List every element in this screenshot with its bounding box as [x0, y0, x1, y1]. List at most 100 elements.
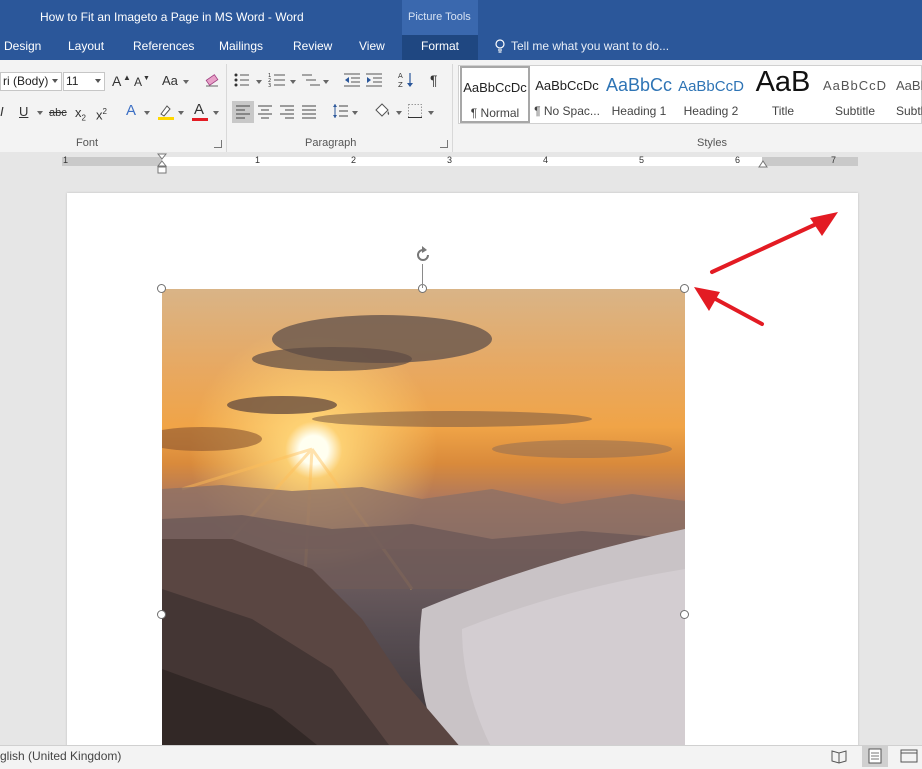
- increase-indent-icon[interactable]: [366, 73, 382, 87]
- style-sample: AaBbCcD: [822, 78, 888, 93]
- change-case-button[interactable]: Aa: [162, 73, 178, 89]
- align-left-icon[interactable]: [236, 105, 250, 119]
- rotate-handle-stem: [422, 264, 423, 288]
- annotation-arrows: [694, 212, 838, 326]
- resize-handle-top-right[interactable]: [680, 284, 689, 293]
- style-heading-1[interactable]: AaBbCc Heading 1: [604, 66, 674, 123]
- web-icon[interactable]: [898, 747, 920, 765]
- ruler-number: 1: [63, 155, 69, 165]
- font-color-dropdown-icon: [213, 111, 219, 115]
- ruler-number: 3: [447, 155, 453, 165]
- font-name-combo[interactable]: ri (Body): [0, 72, 62, 91]
- selected-picture[interactable]: [162, 289, 685, 749]
- annotation-arrowhead-icon: [810, 212, 838, 236]
- text-effects-button[interactable]: A: [126, 103, 136, 119]
- strikethrough-button[interactable]: abc: [49, 105, 67, 121]
- style-name: Heading 1: [611, 104, 667, 118]
- tell-me-search[interactable]: Tell me what you want to do...: [511, 39, 669, 53]
- svg-text:Z: Z: [398, 81, 403, 89]
- style-title[interactable]: AaB Title: [748, 66, 818, 123]
- style-subtle-emphasis[interactable]: AaBbCcD Subtl: [892, 66, 922, 123]
- tab-view[interactable]: View: [359, 39, 385, 53]
- show-hide-marks-button[interactable]: ¶: [430, 72, 438, 88]
- line-spacing-dropdown-icon: [352, 111, 358, 115]
- ruler-right-margin: [762, 157, 858, 166]
- resize-handle-top-left[interactable]: [157, 284, 166, 293]
- font-color-swatch: [192, 118, 208, 121]
- tab-format[interactable]: Format: [421, 39, 459, 53]
- font-dialog-launcher[interactable]: [214, 140, 222, 148]
- paragraph-dialog-launcher[interactable]: [440, 140, 448, 148]
- shading-icon[interactable]: [373, 102, 391, 120]
- line-spacing-icon[interactable]: [332, 103, 348, 119]
- change-case-dropdown-icon: [183, 80, 189, 84]
- ribbon-separator: [226, 64, 227, 152]
- style-name: Heading 2: [683, 104, 739, 118]
- ruler-number: 1: [255, 155, 261, 165]
- shading-dropdown-icon: [396, 111, 402, 115]
- ruler-number: 6: [735, 155, 741, 165]
- style-name: ¶ No Spac...: [534, 104, 600, 118]
- highlight-dropdown-icon: [178, 111, 184, 115]
- borders-icon[interactable]: [408, 104, 422, 118]
- ruler-left-margin: [62, 157, 162, 166]
- tab-references[interactable]: References: [133, 39, 194, 53]
- italic-button[interactable]: I: [0, 104, 4, 120]
- style-no-spacing[interactable]: AaBbCcDc ¶ No Spac...: [532, 66, 602, 123]
- bullets-icon[interactable]: [234, 73, 250, 87]
- right-indent-marker[interactable]: [758, 160, 768, 168]
- ruler-number: 2: [351, 155, 357, 165]
- style-subtitle[interactable]: AaBbCcD Subtitle: [820, 66, 890, 123]
- subscript-button[interactable]: x2: [75, 105, 86, 127]
- eraser-icon[interactable]: [204, 72, 220, 88]
- tab-mailings[interactable]: Mailings: [219, 39, 263, 53]
- underline-button[interactable]: U: [19, 104, 28, 120]
- paragraph-group-label: Paragraph: [305, 137, 357, 149]
- svg-text:3: 3: [268, 83, 271, 87]
- lightbulb-icon: [495, 39, 505, 53]
- font-color-button[interactable]: A: [194, 102, 204, 118]
- tab-layout[interactable]: Layout: [68, 39, 104, 53]
- status-bar: [0, 745, 922, 769]
- text-effects-dropdown-icon: [144, 111, 150, 115]
- rotate-icon[interactable]: [413, 245, 433, 265]
- sort-icon[interactable]: A Z: [398, 71, 414, 89]
- multilevel-list-icon[interactable]: [302, 73, 320, 87]
- superscript-button[interactable]: x2: [96, 104, 107, 123]
- landscape-artwork: [162, 315, 685, 749]
- style-normal[interactable]: AaBbCcDc ¶ Normal: [460, 66, 530, 123]
- shrink-font-button[interactable]: A: [134, 74, 142, 90]
- style-sample: AaBbCcD: [896, 78, 922, 93]
- highlighter-icon[interactable]: [157, 103, 175, 121]
- svg-text:A: A: [398, 72, 403, 80]
- font-group-label: Font: [76, 137, 99, 149]
- indent-markers[interactable]: [157, 153, 167, 175]
- page-icon[interactable]: [864, 747, 886, 765]
- bullets-dropdown-icon: [256, 80, 262, 84]
- styles-group-label: Styles: [697, 137, 727, 149]
- decrease-indent-icon[interactable]: [344, 73, 360, 87]
- font-size-combo[interactable]: 11: [63, 72, 105, 91]
- style-name: Subtitle: [834, 104, 876, 118]
- style-heading-2[interactable]: AaBbCcD Heading 2: [676, 66, 746, 123]
- style-sample: AaBbCcD: [678, 78, 744, 95]
- resize-handle-right[interactable]: [680, 610, 689, 619]
- tab-review[interactable]: Review: [293, 39, 332, 53]
- font-name-value: ri (Body): [3, 74, 49, 88]
- numbering-dropdown-icon: [290, 80, 296, 84]
- align-right-icon[interactable]: [280, 105, 294, 119]
- status-language[interactable]: glish (United Kingdom): [0, 749, 121, 763]
- ruler-number: 4: [543, 155, 549, 165]
- style-sample: AaBbCc: [605, 75, 673, 95]
- style-name: ¶ Normal: [470, 106, 520, 120]
- align-center-icon[interactable]: [258, 105, 272, 119]
- resize-handle-left[interactable]: [157, 610, 166, 619]
- tab-design[interactable]: Design: [4, 39, 41, 53]
- multilevel-dropdown-icon: [323, 80, 329, 84]
- justify-icon[interactable]: [302, 105, 316, 119]
- book-icon[interactable]: [828, 747, 850, 765]
- numbering-icon[interactable]: 1 2 3: [268, 73, 286, 87]
- style-name: Subtl: [896, 104, 922, 118]
- underline-dropdown-icon: [37, 111, 43, 115]
- grow-font-button[interactable]: A: [112, 73, 121, 89]
